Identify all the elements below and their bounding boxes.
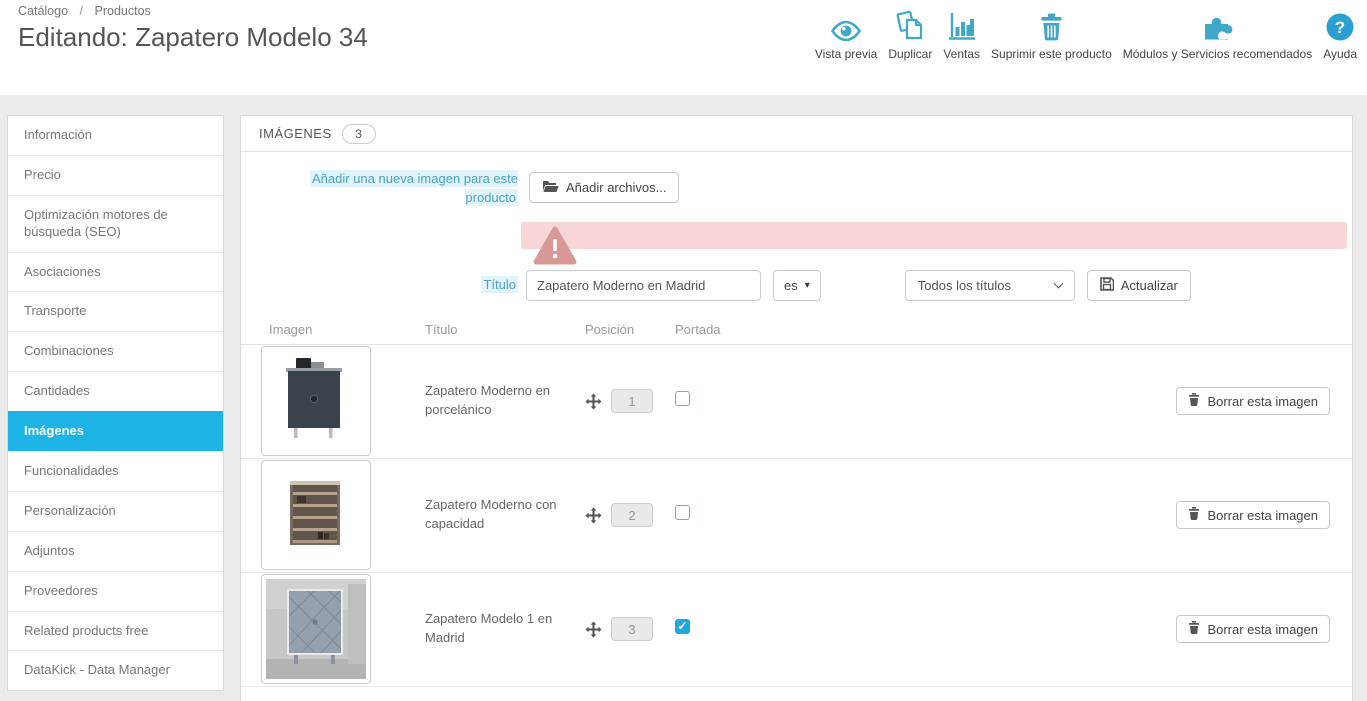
duplicate-icon bbox=[895, 10, 925, 42]
images-form: Añadir una nueva imagen para este produc… bbox=[241, 152, 1352, 301]
sales-label: Ventas bbox=[943, 47, 981, 61]
duplicate-button[interactable]: Duplicar bbox=[888, 10, 932, 61]
move-handle-icon[interactable] bbox=[585, 621, 602, 638]
cover-checkbox[interactable] bbox=[675, 505, 690, 521]
breadcrumb-separator: / bbox=[79, 4, 84, 18]
sidebar-item-adjuntos[interactable]: Adjuntos bbox=[8, 530, 223, 571]
image-row: Zapatero Moderno con capacidad 2 Borrar … bbox=[241, 459, 1352, 573]
panel-title: IMÁGENES bbox=[259, 126, 332, 141]
move-handle-icon[interactable] bbox=[585, 393, 602, 410]
svg-text:?: ? bbox=[1335, 18, 1345, 37]
language-dropdown-button[interactable]: es ▾ bbox=[773, 269, 821, 301]
question-circle-icon: ? bbox=[1325, 10, 1355, 42]
delete-image-button[interactable]: Borrar esta imagen bbox=[1176, 615, 1330, 644]
delete-image-button[interactable]: Borrar esta imagen bbox=[1176, 501, 1330, 530]
sidebar-item-combinaciones[interactable]: Combinaciones bbox=[8, 331, 223, 371]
header-position: Posición bbox=[585, 321, 635, 337]
sidebar-item-seo[interactable]: Optimización motores de búsqueda (SEO) bbox=[8, 194, 223, 252]
trash-icon bbox=[1188, 507, 1200, 523]
upload-row: Añadir una nueva imagen para este produc… bbox=[241, 170, 1352, 208]
bar-chart-icon bbox=[947, 10, 977, 42]
image-title-input[interactable] bbox=[526, 269, 761, 301]
product-tabs-sidebar: Información Precio Optimización motores … bbox=[7, 115, 224, 692]
product-thumbnail[interactable] bbox=[261, 574, 371, 685]
preview-label: Vista previa bbox=[814, 47, 878, 61]
sidebar-item-personalizacion[interactable]: Personalización bbox=[8, 490, 223, 531]
trash-icon bbox=[1188, 393, 1200, 409]
sidebar-item-asociaciones[interactable]: Asociaciones bbox=[8, 251, 223, 292]
header-toolbar: Vista previa Duplicar Ventas Suprimir es… bbox=[815, 10, 1357, 61]
folder-open-icon bbox=[542, 179, 559, 196]
titles-filter-select[interactable]: Todos los títulos bbox=[904, 269, 1075, 301]
help-label: Ayuda bbox=[1323, 47, 1357, 61]
image-title-text: Zapatero Moderno en porcelánico bbox=[425, 383, 551, 418]
sidebar-item-cantidades[interactable]: Cantidades bbox=[8, 371, 223, 411]
position-input[interactable] bbox=[611, 389, 653, 414]
image-row: Zapatero Modelo 1 en Madrid 3 ✓ Borrar e… bbox=[241, 573, 1352, 687]
sidebar-item-transporte[interactable]: Transporte bbox=[8, 291, 223, 331]
header-cover: Portada bbox=[675, 321, 721, 337]
top-header: Catálogo / Productos Editando: Zapatero … bbox=[0, 0, 1367, 95]
sidebar-item-proveedores[interactable]: Proveedores bbox=[8, 570, 223, 611]
images-table-header: Imagen Título Posición Portada bbox=[241, 315, 1352, 345]
delete-product-button[interactable]: Suprimir este producto bbox=[991, 10, 1112, 61]
title-form-row: Título es ▾ Todos los títulos bbox=[241, 269, 1352, 301]
images-panel: IMÁGENES 3 Añadir una nueva imagen para … bbox=[240, 115, 1353, 701]
image-title-text: Zapatero Moderno con capacidad bbox=[425, 497, 557, 532]
position-input[interactable] bbox=[611, 617, 653, 642]
caret-down-icon: ▾ bbox=[804, 279, 810, 291]
position-input[interactable] bbox=[611, 503, 653, 528]
sidebar-item-funcionalidades[interactable]: Funcionalidades bbox=[8, 451, 223, 491]
product-edit-screen: Catálogo / Productos Editando: Zapatero … bbox=[0, 0, 1367, 701]
preview-button[interactable]: Vista previa bbox=[815, 10, 877, 61]
title-field-label: Título bbox=[481, 275, 518, 293]
sidebar-item-related-products[interactable]: Related products free bbox=[8, 610, 223, 651]
sales-button[interactable]: Ventas bbox=[943, 10, 980, 61]
trash-icon bbox=[1188, 621, 1200, 637]
warning-triangle-icon bbox=[533, 226, 577, 271]
header-title: Título bbox=[425, 321, 458, 337]
delete-product-label: Suprimir este producto bbox=[991, 47, 1112, 61]
product-thumbnail[interactable] bbox=[261, 346, 371, 457]
sidebar-item-datakick[interactable]: DataKick - Data Manager bbox=[8, 650, 223, 690]
images-count-badge: 3 bbox=[341, 123, 376, 144]
modules-label: Módulos y Servicios recomendados bbox=[1122, 47, 1313, 61]
chevron-down-icon bbox=[1053, 278, 1064, 289]
sidebar-item-precio[interactable]: Precio bbox=[8, 154, 223, 195]
page-title: Editando: Zapatero Modelo 34 bbox=[18, 22, 368, 52]
breadcrumb-products[interactable]: Productos bbox=[95, 4, 151, 18]
cover-checkbox[interactable] bbox=[675, 391, 690, 407]
content-area: Información Precio Optimización motores … bbox=[0, 95, 1367, 701]
sidebar-item-informacion[interactable]: Información bbox=[8, 116, 223, 155]
images-table: Imagen Título Posición Portada Zapatero … bbox=[241, 315, 1352, 687]
header-image: Imagen bbox=[269, 321, 313, 337]
breadcrumb: Catálogo / Productos bbox=[18, 4, 151, 18]
product-thumbnail[interactable] bbox=[261, 460, 371, 571]
upload-label: Añadir una nueva imagen para este produc… bbox=[310, 170, 518, 206]
sidebar-item-imagenes[interactable]: Imágenes bbox=[8, 411, 223, 452]
update-button[interactable]: Actualizar bbox=[1086, 269, 1191, 301]
puzzle-icon bbox=[1201, 10, 1233, 42]
images-panel-header: IMÁGENES 3 bbox=[241, 116, 1352, 152]
image-row: Zapatero Moderno en porcelánico 1 Borrar… bbox=[241, 345, 1352, 459]
cover-checkbox[interactable] bbox=[675, 619, 690, 635]
duplicate-label: Duplicar bbox=[888, 47, 933, 61]
help-button[interactable]: ? Ayuda bbox=[1323, 10, 1357, 61]
eye-icon bbox=[829, 10, 863, 42]
save-icon bbox=[1099, 276, 1115, 294]
delete-image-button[interactable]: Borrar esta imagen bbox=[1176, 387, 1330, 416]
trash-icon bbox=[1038, 10, 1065, 42]
warning-alert bbox=[521, 221, 1347, 265]
image-title-text: Zapatero Modelo 1 en Madrid bbox=[425, 611, 553, 646]
add-files-button[interactable]: Añadir archivos... bbox=[529, 172, 680, 203]
move-handle-icon[interactable] bbox=[585, 507, 602, 524]
breadcrumb-catalog[interactable]: Catálogo bbox=[18, 4, 68, 18]
modules-button[interactable]: Módulos y Servicios recomendados bbox=[1123, 10, 1312, 61]
